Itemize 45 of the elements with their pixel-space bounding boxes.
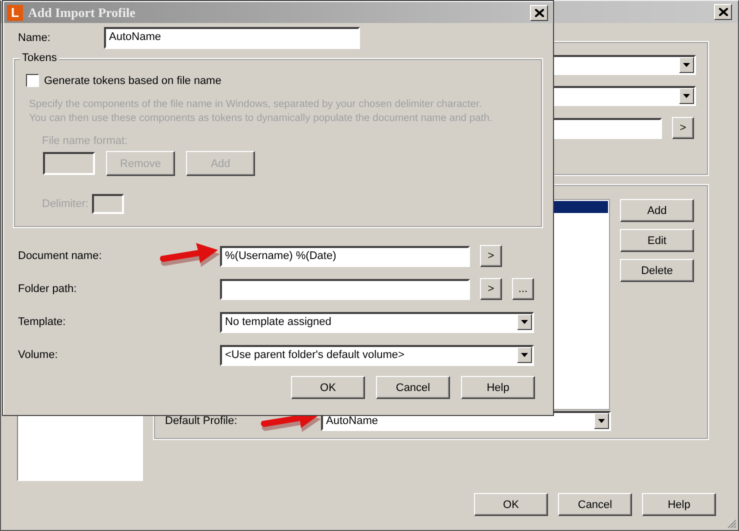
field-label: Name: bbox=[18, 32, 52, 44]
checkbox-label: Generate tokens based on file name bbox=[44, 74, 222, 86]
field-label: Volume: bbox=[18, 349, 59, 361]
name-field[interactable]: AutoName bbox=[104, 27, 360, 49]
profile-button[interactable]: Edit bbox=[620, 229, 694, 252]
arrow-button[interactable]: > bbox=[672, 117, 694, 139]
dialog-button[interactable]: OK bbox=[291, 376, 365, 399]
resize-grip-icon bbox=[727, 519, 737, 529]
browse-button[interactable]: > bbox=[480, 245, 502, 267]
group-title: Tokens bbox=[20, 52, 59, 64]
app-logo: L bbox=[7, 4, 23, 20]
dropdown-button[interactable] bbox=[594, 413, 609, 429]
profile-button[interactable]: Delete bbox=[620, 259, 694, 282]
caret-icon bbox=[683, 94, 690, 98]
dropdown-button[interactable] bbox=[517, 347, 532, 363]
dropdown-button[interactable] bbox=[679, 88, 694, 104]
dropdown-button[interactable] bbox=[517, 314, 532, 330]
close-button[interactable] bbox=[530, 4, 548, 20]
field-label: Default Profile: bbox=[165, 415, 238, 427]
close-icon bbox=[718, 8, 728, 16]
caret-icon bbox=[683, 63, 690, 67]
delimiter-field[interactable] bbox=[92, 194, 124, 214]
caret-icon bbox=[521, 320, 528, 324]
close-icon bbox=[534, 8, 544, 16]
dialog-button[interactable]: Help bbox=[642, 493, 716, 516]
dialog-button[interactable]: Help bbox=[461, 376, 535, 399]
dropdown[interactable]: <Use parent folder's default volume> bbox=[220, 344, 534, 366]
dropdown-button[interactable] bbox=[679, 57, 694, 73]
field-label: Template: bbox=[18, 316, 67, 328]
dialog-button[interactable]: Cancel bbox=[376, 376, 450, 399]
dropdown[interactable]: No template assigned bbox=[220, 312, 534, 332]
field-label: Document name: bbox=[18, 250, 103, 262]
dialog-button[interactable]: Cancel bbox=[558, 493, 632, 516]
caret-icon bbox=[598, 419, 605, 423]
browse-button[interactable]: ... bbox=[512, 278, 534, 300]
window-title: Add Import Profile bbox=[28, 4, 136, 20]
browse-button[interactable]: > bbox=[480, 278, 502, 300]
profile-button[interactable]: Add bbox=[620, 199, 694, 222]
caret-icon bbox=[521, 353, 528, 357]
text-field[interactable]: %(Username) %(Date) bbox=[220, 246, 470, 266]
close-button[interactable] bbox=[714, 4, 732, 20]
format-field[interactable] bbox=[43, 152, 95, 175]
text-field[interactable] bbox=[220, 278, 470, 300]
dialog-button[interactable]: OK bbox=[474, 493, 548, 516]
field-label: Folder path: bbox=[18, 283, 78, 295]
